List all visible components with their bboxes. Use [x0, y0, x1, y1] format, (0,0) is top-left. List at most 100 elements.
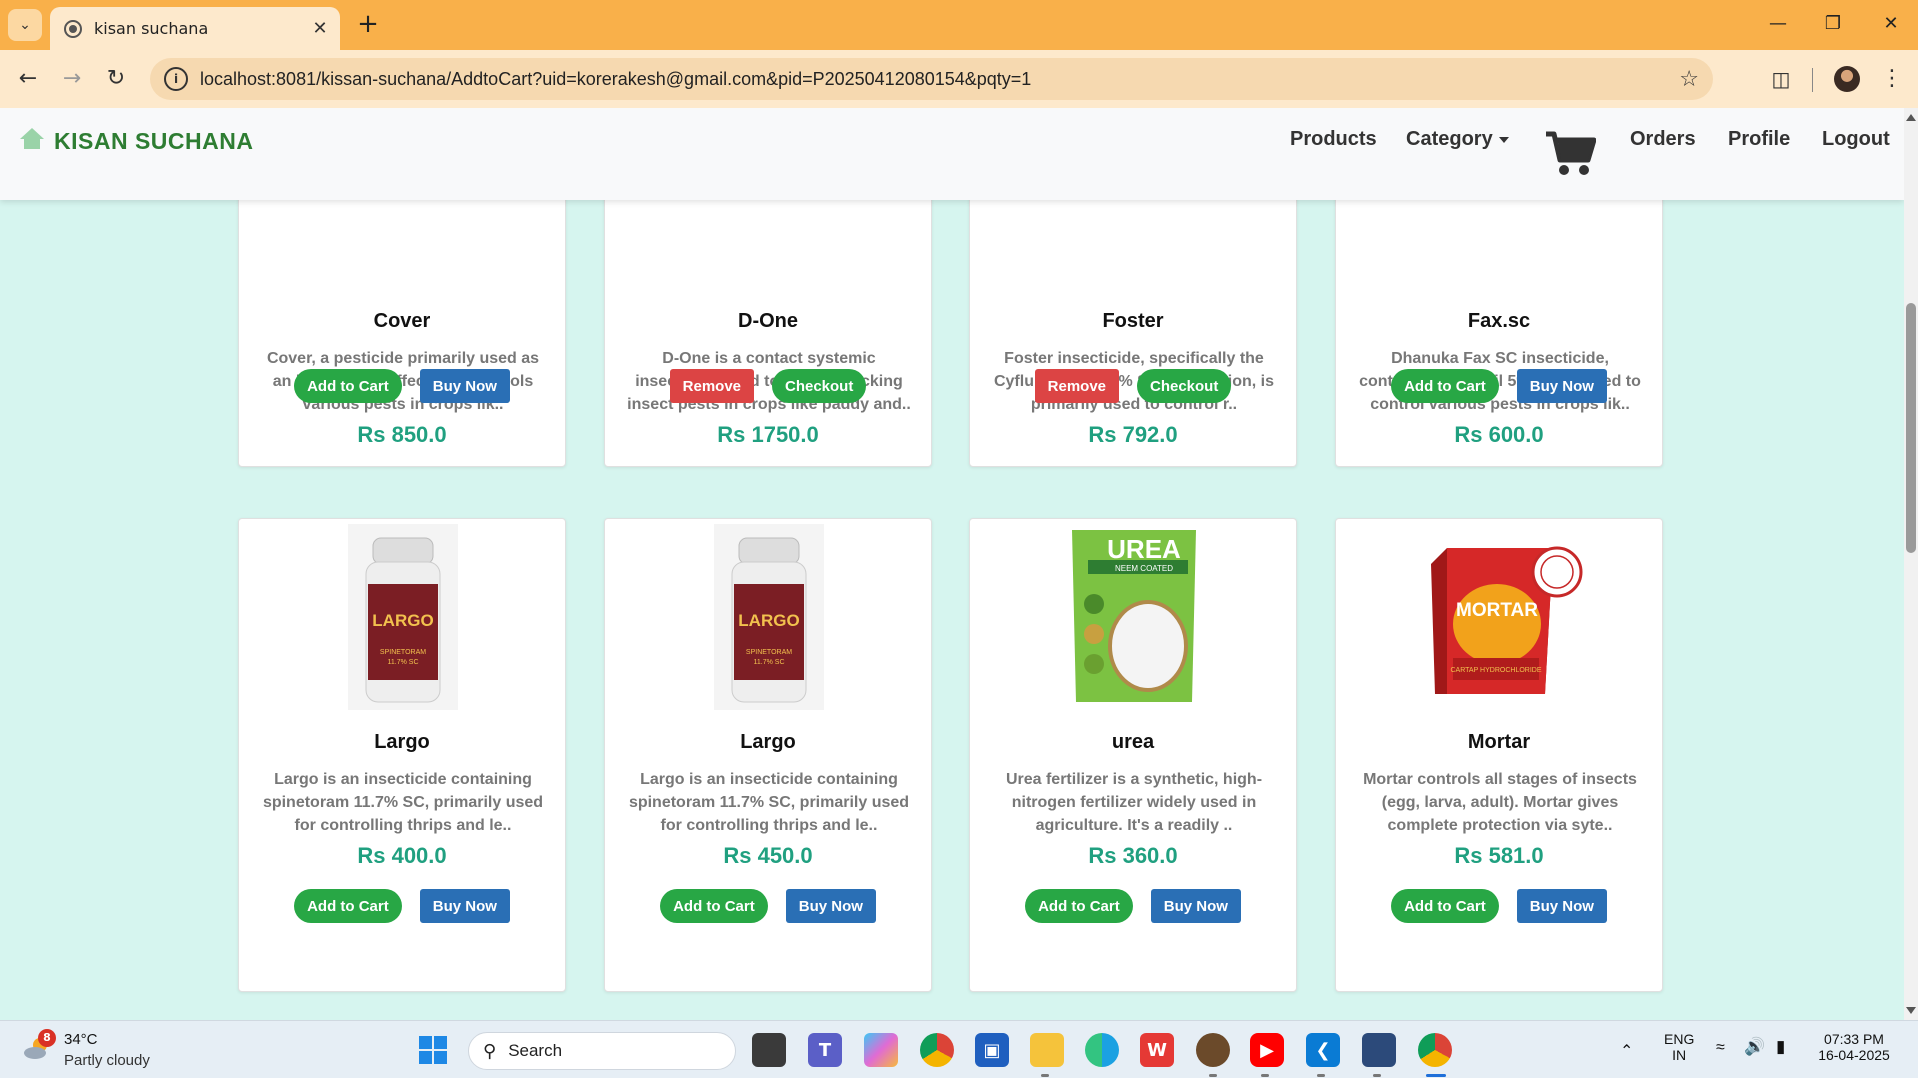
- add-to-cart-button[interactable]: Add to Cart: [294, 369, 402, 403]
- extensions-icon[interactable]: ◫: [1766, 64, 1796, 94]
- desc-line: complete protection via syte..: [1387, 817, 1613, 834]
- product-description: Urea fertilizer is a synthetic, high- ni…: [984, 768, 1284, 837]
- svg-text:SPINETORAM: SPINETORAM: [380, 649, 426, 656]
- site-info-icon[interactable]: i: [164, 67, 188, 91]
- globe-icon: [64, 19, 82, 38]
- add-to-cart-button[interactable]: Add to Cart: [1025, 889, 1133, 923]
- address-bar[interactable]: i localhost:8081/kissan-suchana/AddtoCar…: [150, 58, 1713, 100]
- windows-start-icon[interactable]: [416, 1033, 450, 1067]
- desc-line: for controlling thrips and le..: [660, 817, 878, 834]
- product-price: Rs 400.0: [357, 843, 447, 868]
- add-to-cart-button[interactable]: Add to Cart: [1391, 889, 1499, 923]
- product-card: LARGO SPINETORAM 11.7% SC Largo Largo is…: [238, 518, 566, 992]
- close-window-button[interactable]: ✕: [1866, 8, 1916, 40]
- checkout-button[interactable]: Checkout: [772, 369, 867, 403]
- copilot-icon[interactable]: [864, 1033, 898, 1067]
- home-icon[interactable]: [20, 128, 44, 150]
- buy-now-button[interactable]: Buy Now: [419, 369, 510, 403]
- store-icon[interactable]: ▣: [975, 1033, 1009, 1067]
- weather-temperature[interactable]: 34°C: [64, 1031, 98, 1048]
- product-name: D-One: [738, 310, 798, 332]
- brand-title[interactable]: KISAN SUCHANA: [54, 128, 253, 155]
- buy-now-button[interactable]: Buy Now: [785, 889, 876, 923]
- weather-description[interactable]: Partly cloudy: [64, 1052, 150, 1069]
- terminal-app-icon[interactable]: [1362, 1033, 1396, 1067]
- image-label: MORTAR: [1456, 600, 1538, 621]
- browser-toolbar: ← → ↻ i localhost:8081/kissan-suchana/Ad…: [0, 50, 1918, 108]
- chrome-icon[interactable]: [920, 1033, 954, 1067]
- language-code: ENG: [1664, 1031, 1695, 1047]
- url-text: localhost:8081/kissan-suchana/AddtoCart?…: [200, 68, 1032, 89]
- reload-button[interactable]: ↻: [100, 63, 132, 95]
- wifi-icon[interactable]: ≈: [1716, 1039, 1725, 1057]
- teams-icon[interactable]: T: [808, 1033, 842, 1067]
- checkout-button[interactable]: Checkout: [1137, 369, 1232, 403]
- cart-icon[interactable]: [1544, 128, 1597, 178]
- game-app-icon[interactable]: [1196, 1033, 1230, 1067]
- card-actions: Add to Cart Buy Now: [239, 889, 565, 923]
- nav-category[interactable]: Category: [1406, 128, 1509, 151]
- svg-text:CARTAP HYDROCHLORIDE: CARTAP HYDROCHLORIDE: [1450, 667, 1541, 674]
- card-actions: Add to Cart Buy Now: [970, 889, 1296, 923]
- clock[interactable]: 07:33 PM 16-04-2025: [1812, 1031, 1896, 1063]
- battery-icon[interactable]: ▮: [1776, 1037, 1785, 1057]
- edge-icon[interactable]: [1085, 1033, 1119, 1067]
- wps-office-icon[interactable]: W: [1140, 1033, 1174, 1067]
- buy-now-button[interactable]: Buy Now: [1516, 369, 1607, 403]
- restore-button[interactable]: ❐: [1808, 8, 1858, 40]
- minimize-button[interactable]: —: [1753, 8, 1803, 40]
- add-to-cart-button[interactable]: Add to Cart: [1391, 369, 1499, 403]
- scroll-up-arrow-icon[interactable]: [1906, 114, 1916, 121]
- desc-line: Dhanuka Fax SC insecticide,: [1391, 350, 1609, 367]
- show-hidden-icons[interactable]: ⌃: [1620, 1041, 1633, 1061]
- volume-icon[interactable]: 🔊: [1744, 1037, 1765, 1057]
- profile-avatar[interactable]: [1834, 66, 1860, 92]
- close-tab-icon[interactable]: ✕: [308, 18, 332, 39]
- tab-search-button[interactable]: ⌄: [8, 9, 42, 41]
- site-navbar: KISAN SUCHANA Products Category Orders P…: [0, 108, 1904, 200]
- taskbar-search[interactable]: ⚲ Search: [468, 1032, 736, 1070]
- buy-now-button[interactable]: Buy Now: [1516, 889, 1607, 923]
- image-label: LARGO: [738, 611, 799, 630]
- vscode-icon[interactable]: ❮: [1306, 1033, 1340, 1067]
- forward-button[interactable]: →: [56, 63, 88, 95]
- browser-menu-icon[interactable]: ⋮: [1880, 64, 1904, 94]
- nav-profile[interactable]: Profile: [1728, 128, 1790, 151]
- language-indicator[interactable]: ENG IN: [1664, 1031, 1694, 1063]
- desc-line: Foster insecticide, specifically the: [1004, 350, 1264, 367]
- desc-line: (egg, larva, adult). Mortar gives: [1381, 794, 1619, 811]
- youtube-icon[interactable]: ▶: [1250, 1033, 1284, 1067]
- card-actions: Remove Checkout: [604, 369, 932, 403]
- browser-tab[interactable]: kisan suchana ✕: [50, 7, 340, 50]
- nav-logout[interactable]: Logout: [1822, 128, 1890, 151]
- desc-line: spinetoram 11.7% SC, primarily used: [628, 794, 910, 811]
- remove-button[interactable]: Remove: [669, 369, 754, 403]
- chrome-active-icon[interactable]: [1418, 1033, 1452, 1067]
- card-actions: Remove Checkout: [969, 369, 1297, 403]
- card-actions: Add to Cart Buy Now: [238, 369, 566, 403]
- scroll-down-arrow-icon[interactable]: [1906, 1007, 1916, 1014]
- buy-now-button[interactable]: Buy Now: [419, 889, 510, 923]
- product-price: Rs 792.0: [1088, 422, 1178, 447]
- add-to-cart-button[interactable]: Add to Cart: [660, 889, 768, 923]
- file-explorer-icon[interactable]: [1030, 1033, 1064, 1067]
- image-label: LARGO: [372, 611, 433, 630]
- remove-button[interactable]: Remove: [1034, 369, 1119, 403]
- scroll-thumb[interactable]: [1906, 303, 1916, 553]
- product-price: Rs 600.0: [1454, 422, 1544, 447]
- new-tab-button[interactable]: +: [352, 9, 384, 41]
- clock-time: 07:33 PM: [1824, 1031, 1884, 1047]
- nav-products[interactable]: Products: [1290, 128, 1377, 151]
- task-view-icon[interactable]: [752, 1033, 786, 1067]
- buy-now-button[interactable]: Buy Now: [1150, 889, 1241, 923]
- product-card: LARGO SPINETORAM 11.7% SC Largo Largo is…: [604, 518, 932, 992]
- nav-orders[interactable]: Orders: [1630, 128, 1696, 151]
- add-to-cart-button[interactable]: Add to Cart: [294, 889, 402, 923]
- back-button[interactable]: ←: [12, 63, 44, 95]
- region-code: IN: [1672, 1047, 1687, 1063]
- product-name: Mortar: [1467, 731, 1531, 753]
- bookmark-star-icon[interactable]: ☆: [1679, 67, 1699, 92]
- page-scrollbar[interactable]: [1904, 108, 1918, 1020]
- desc-line: D-One is a contact systemic: [662, 350, 876, 367]
- product-image: LARGO SPINETORAM 11.7% SC: [348, 524, 458, 710]
